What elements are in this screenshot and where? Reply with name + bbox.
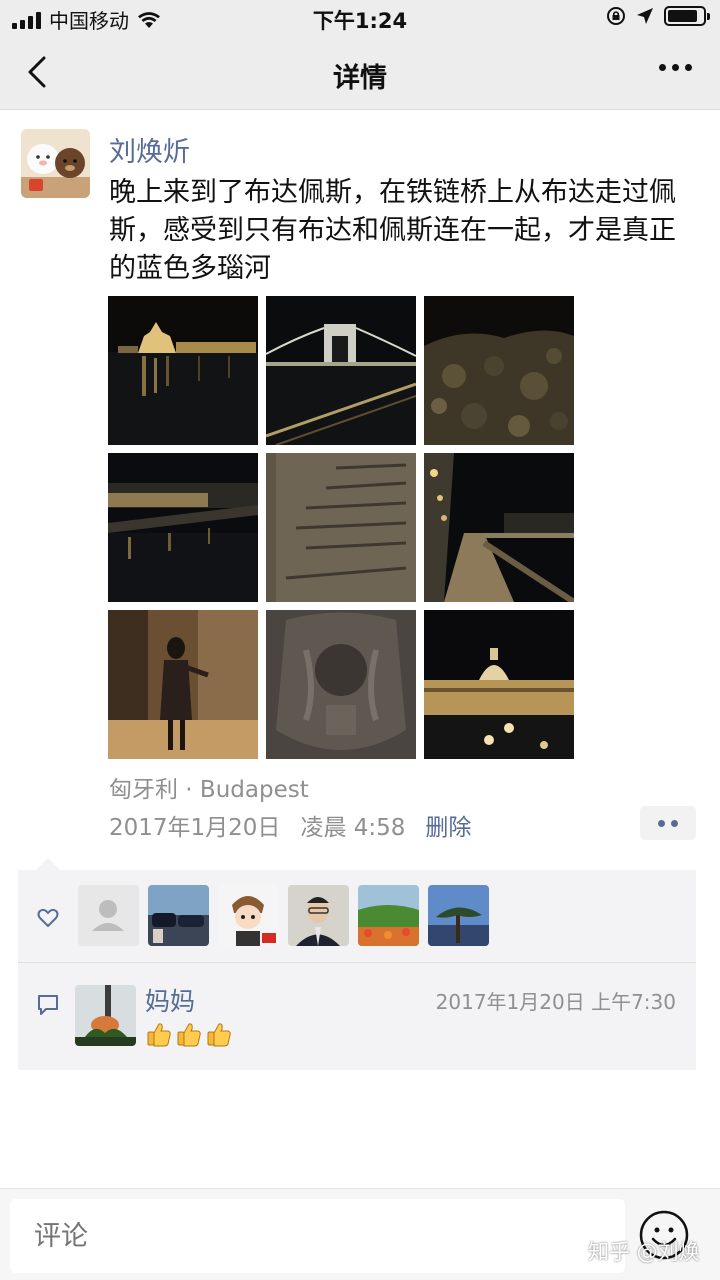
thumbs-up-icon	[177, 1023, 201, 1047]
status-right	[606, 6, 710, 26]
page-title: 详情	[333, 63, 387, 94]
photo-buda-castle[interactable]	[424, 610, 574, 759]
photo-chain-bridge[interactable]	[266, 296, 416, 445]
interactions-box: 妈妈 2017年1月20日 上午7:30	[18, 870, 696, 1070]
action-more-button[interactable]	[640, 806, 696, 840]
photo-riverbank-night[interactable]	[108, 453, 258, 602]
box-caret	[36, 858, 60, 870]
status-bar: 中国移动 下午1:24	[0, 0, 720, 36]
comment-text	[145, 1020, 235, 1054]
liker-avatar[interactable]	[288, 885, 349, 946]
likers-list	[78, 885, 489, 946]
post-meta: 2017年1月20日 凌晨 4:58 删除	[109, 808, 471, 842]
battery-icon	[664, 6, 710, 26]
author-avatar[interactable]	[21, 129, 90, 198]
more-horizontal-icon[interactable]	[659, 64, 692, 71]
watermark: 知乎 @刘焕	[588, 1240, 700, 1264]
post-date: 2017年1月20日	[109, 815, 281, 841]
comment-icon	[38, 995, 58, 1015]
heart-icon	[37, 908, 59, 927]
photo-grid	[108, 296, 574, 759]
comment-bar	[0, 1188, 720, 1280]
commenter-avatar[interactable]	[75, 985, 136, 1046]
liker-avatar[interactable]	[78, 885, 139, 946]
photo-bronze-relief[interactable]	[266, 610, 416, 759]
top-bar: 中国移动 下午1:24 详情	[0, 0, 720, 110]
photo-woman-by-wall[interactable]	[108, 610, 258, 759]
thumbs-up-icon	[207, 1023, 231, 1047]
photo-rock-closeup[interactable]	[424, 296, 574, 445]
post-location[interactable]: 匈牙利 · Budapest	[109, 770, 309, 804]
liker-avatar[interactable]	[218, 885, 279, 946]
post-time: 凌晨 4:58	[300, 815, 406, 841]
nav-bar: 详情	[0, 36, 720, 110]
comment-author[interactable]: 妈妈	[145, 982, 195, 1018]
thumbs-up-icon	[147, 1023, 171, 1047]
post-content: 晚上来到了布达佩斯，在铁链桥上从布达走过佩斯，感受到只有布达和佩斯连在一起，才是…	[109, 177, 676, 284]
liker-avatar[interactable]	[358, 885, 419, 946]
liker-avatar[interactable]	[148, 885, 209, 946]
photo-bridge-walkway[interactable]	[424, 453, 574, 602]
comment-input[interactable]	[10, 1199, 625, 1273]
delete-link[interactable]: 删除	[425, 808, 471, 842]
comment-time: 2017年1月20日 上午7:30	[435, 990, 676, 1014]
liker-avatar[interactable]	[428, 885, 489, 946]
author-name[interactable]: 刘焕炘	[109, 130, 190, 169]
location-arrow-icon	[637, 8, 653, 24]
photo-parliament-night[interactable]	[108, 296, 258, 445]
battery-fill	[668, 10, 697, 22]
box-divider	[18, 962, 696, 963]
rotation-lock-icon	[607, 7, 625, 25]
photo-stone-inscription[interactable]	[266, 453, 416, 602]
